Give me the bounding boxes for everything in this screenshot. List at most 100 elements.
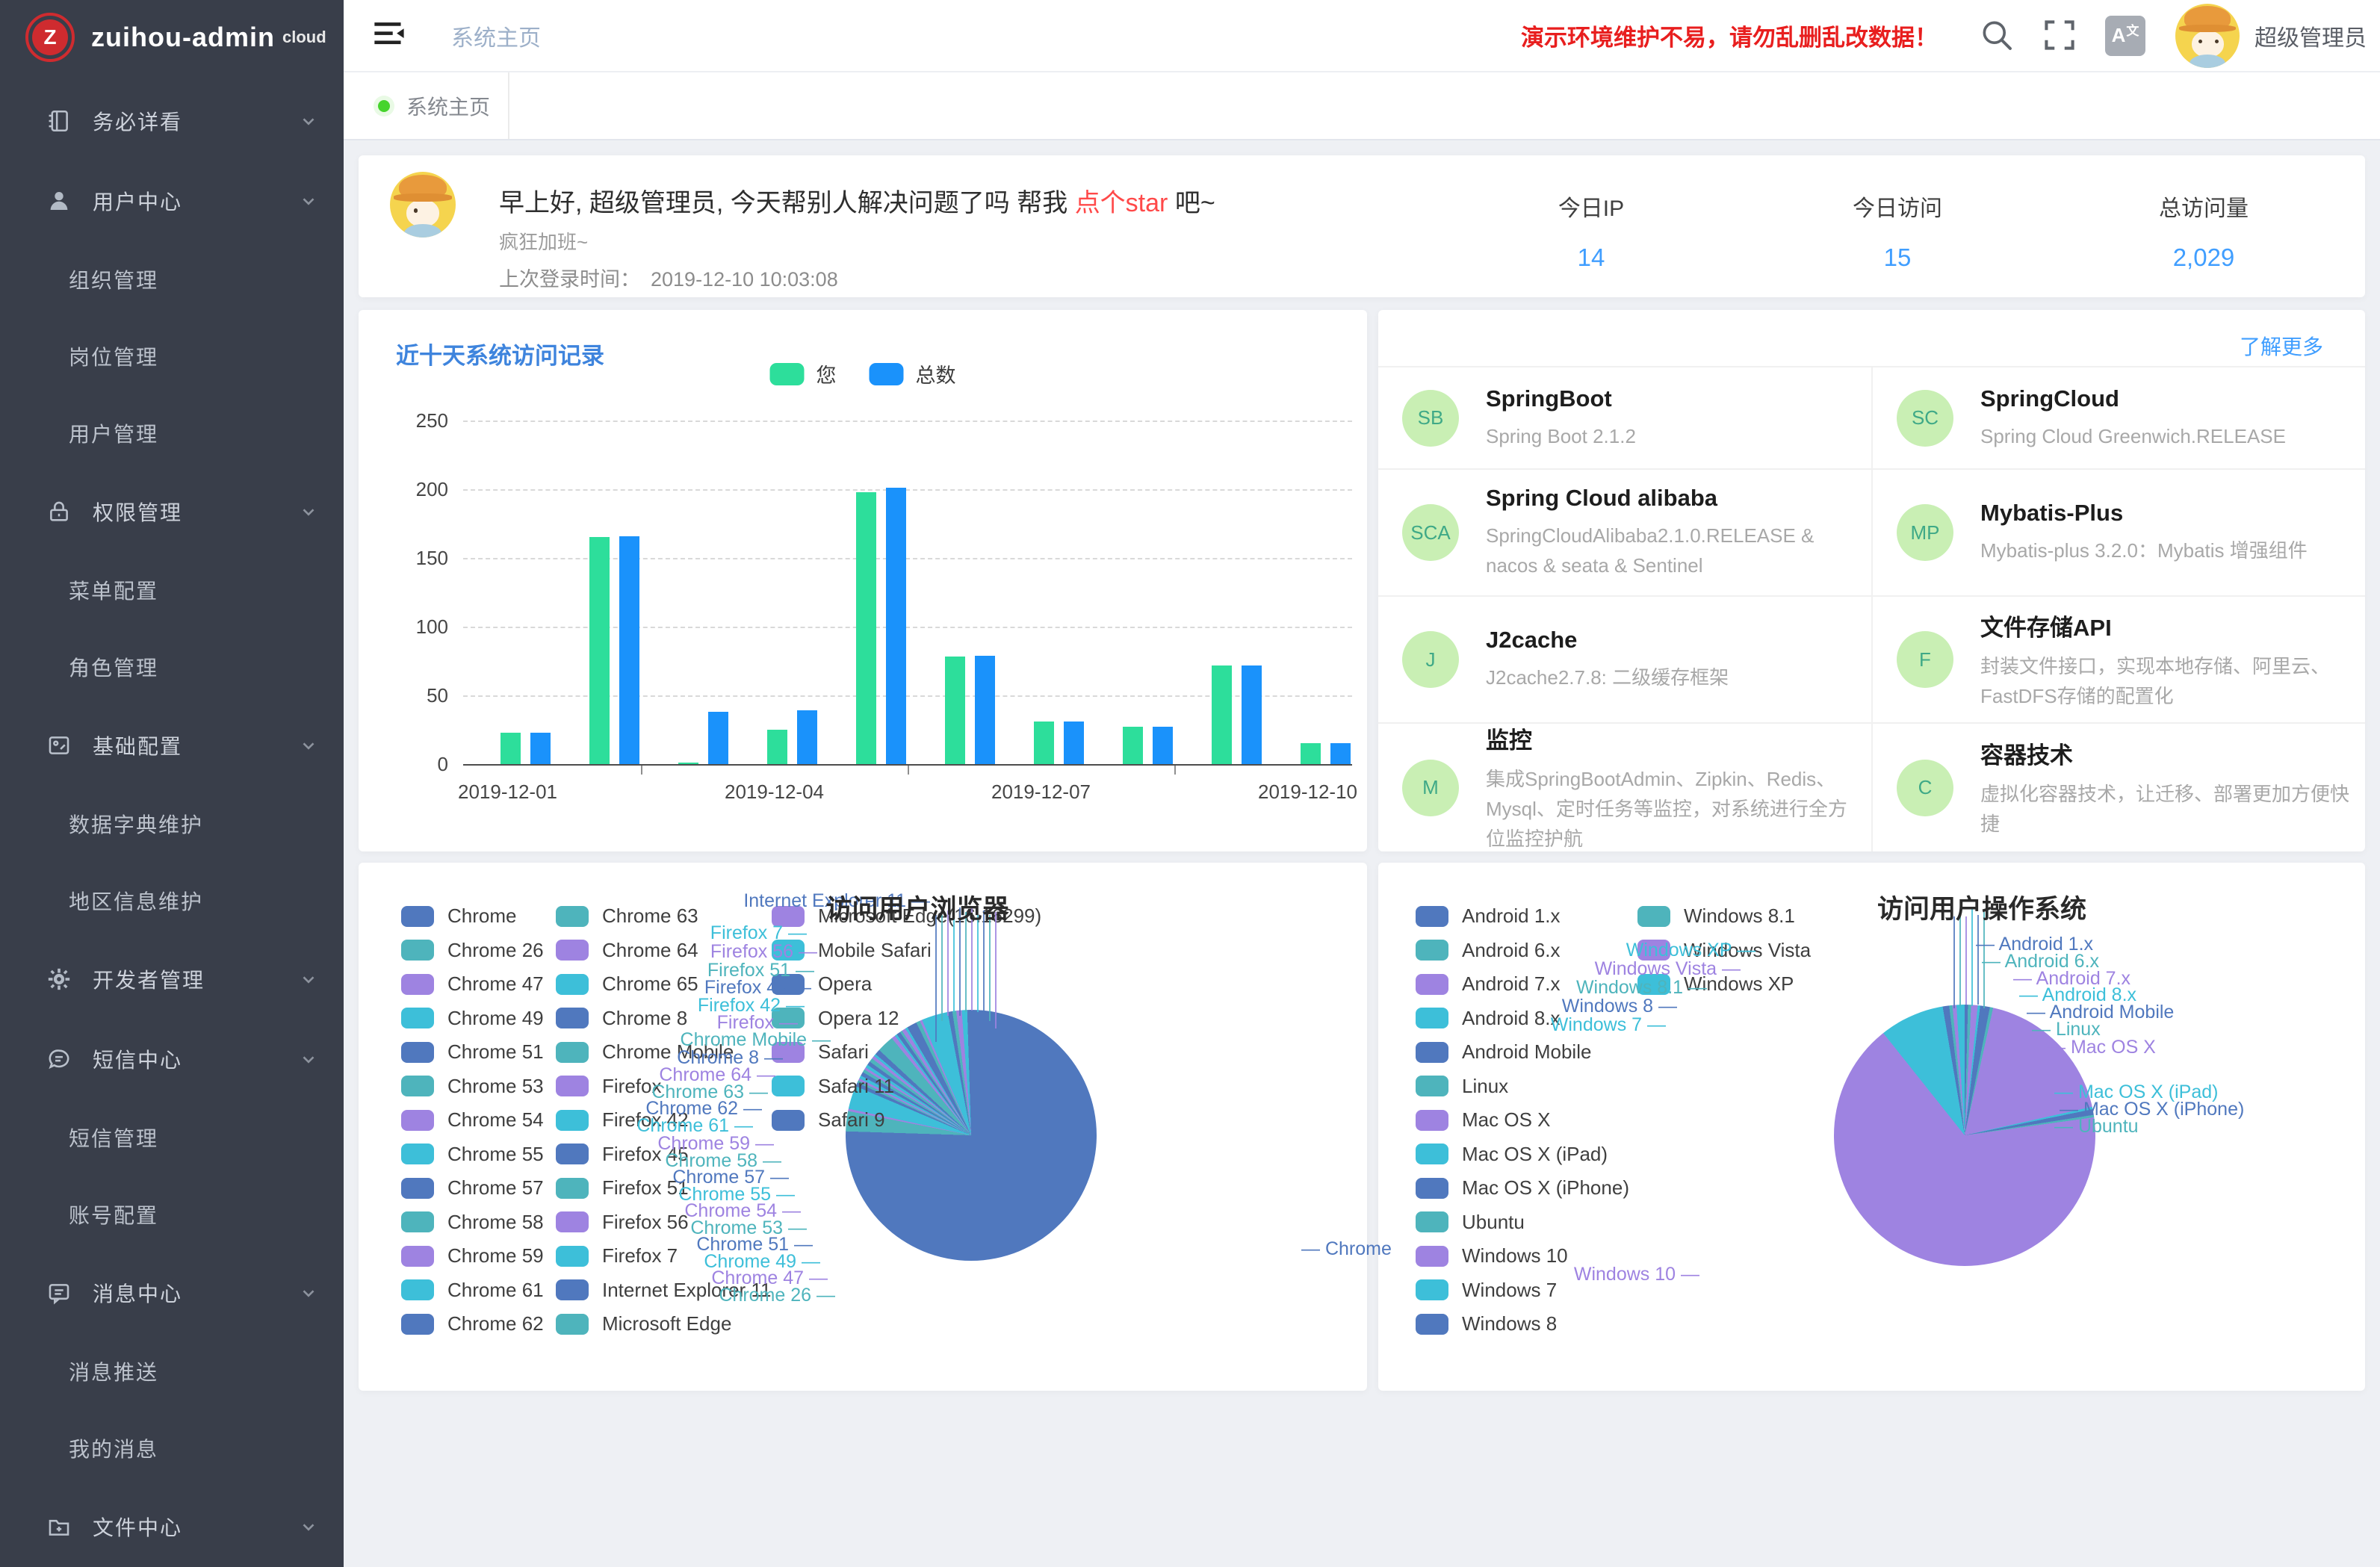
fullscreen-icon[interactable] xyxy=(2042,18,2078,54)
legend-item-Android 6.x[interactable]: Android 6.x xyxy=(1416,939,1561,962)
legend-item-Firefox[interactable]: Firefox xyxy=(556,1075,661,1098)
star-link[interactable]: 点个star xyxy=(1075,189,1168,217)
sidebar-item-消息中心[interactable]: 消息中心 xyxy=(0,1253,344,1332)
tech-title: Spring Cloud alibaba xyxy=(1486,485,1852,512)
legend-label: Chrome 47 xyxy=(447,972,544,996)
legend-label: Mac OS X (iPad) xyxy=(1462,1143,1608,1166)
legend-item-Safari 9[interactable]: Safari 9 xyxy=(772,1108,885,1132)
sidebar-item-短信中心[interactable]: 短信中心 xyxy=(0,1019,344,1099)
sidebar-item-label: 消息中心 xyxy=(93,1278,182,1308)
language-switch-icon[interactable]: A文 xyxy=(2105,16,2145,56)
bar-总数-2019-12-09 xyxy=(1242,665,1262,764)
legend-item-Android 1.x[interactable]: Android 1.x xyxy=(1416,904,1561,928)
legend-item-Windows 7[interactable]: Windows 7 xyxy=(1416,1279,1557,1302)
legend-item-Chrome 26[interactable]: Chrome 26 xyxy=(401,939,544,962)
legend-item-总数[interactable]: 总数 xyxy=(870,359,956,388)
sidebar-item-菜单配置[interactable]: 菜单配置 xyxy=(0,551,344,628)
pie-访问用户浏览器[interactable] xyxy=(846,1010,1097,1261)
sidebar-item-文件中心[interactable]: 文件中心 xyxy=(0,1486,344,1566)
legend-item-Chrome 62[interactable]: Chrome 62 xyxy=(401,1312,544,1335)
legend-item-Chrome 53[interactable]: Chrome 53 xyxy=(401,1075,544,1098)
legend-item-Linux[interactable]: Linux xyxy=(1416,1075,1508,1098)
sidebar-item-基础配置[interactable]: 基础配置 xyxy=(0,705,344,785)
sidebar-item-用户中心[interactable]: 用户中心 xyxy=(0,161,344,241)
legend-item-Chrome 8[interactable]: Chrome 8 xyxy=(556,1007,687,1030)
sidebar-item-岗位管理[interactable]: 岗位管理 xyxy=(0,317,344,394)
legend-item-Firefox 51[interactable]: Firefox 51 xyxy=(556,1176,689,1200)
legend-swatch xyxy=(556,1178,589,1199)
legend-item-Chrome 55[interactable]: Chrome 55 xyxy=(401,1143,544,1166)
sidebar-item-我的消息[interactable]: 我的消息 xyxy=(0,1409,344,1486)
legend-item-Chrome 65[interactable]: Chrome 65 xyxy=(556,972,698,996)
legend-item-Chrome 58[interactable]: Chrome 58 xyxy=(401,1211,544,1234)
legend-item-Safari 11[interactable]: Safari 11 xyxy=(772,1075,894,1098)
legend-label: 您 xyxy=(816,359,837,388)
legend-swatch xyxy=(1416,906,1448,927)
sidebar-menu: 务必详看用户中心组织管理岗位管理用户管理权限管理菜单配置角色管理基础配置数据字典… xyxy=(0,75,344,1567)
legend-item-Firefox 7[interactable]: Firefox 7 xyxy=(556,1244,678,1267)
legend-label: Opera xyxy=(818,972,872,996)
tech-title: Mybatis-Plus xyxy=(1980,500,2365,527)
legend-item-Chrome 63[interactable]: Chrome 63 xyxy=(556,904,698,928)
legend-item-Chrome[interactable]: Chrome xyxy=(401,904,516,928)
legend-item-Chrome 61[interactable]: Chrome 61 xyxy=(401,1279,544,1302)
sidebar-item-消息推送[interactable]: 消息推送 xyxy=(0,1332,344,1409)
tech-title: J2cache xyxy=(1486,627,1852,654)
legend-item-Windows 10[interactable]: Windows 10 xyxy=(1416,1244,1568,1267)
learn-more-link[interactable]: 了解更多 xyxy=(2240,331,2323,361)
legend-label: Linux xyxy=(1462,1075,1508,1098)
legend-label: Chrome 51 xyxy=(447,1040,544,1064)
legend-label: Chrome 55 xyxy=(447,1143,544,1166)
legend-item-您[interactable]: 您 xyxy=(770,359,837,388)
legend-item-Chrome 47[interactable]: Chrome 47 xyxy=(401,972,544,996)
visits-chart-title: 近十天系统访问记录 xyxy=(396,337,604,370)
legend-label: Chrome 53 xyxy=(447,1075,544,1098)
sidebar-item-地区信息维护[interactable]: 地区信息维护 xyxy=(0,862,344,939)
pie-connector-line xyxy=(1977,915,1979,1005)
legend-swatch xyxy=(1416,1008,1448,1028)
tech-text: Spring Cloud alibabaSpringCloudAlibaba2.… xyxy=(1486,485,1852,580)
legend-item-Mac OS X[interactable]: Mac OS X xyxy=(1416,1108,1550,1132)
legend-label: Android 6.x xyxy=(1462,939,1561,962)
sidebar-item-角色管理[interactable]: 角色管理 xyxy=(0,628,344,705)
legend-item-Chrome 51[interactable]: Chrome 51 xyxy=(401,1040,544,1064)
sidebar-item-数据字典维护[interactable]: 数据字典维护 xyxy=(0,785,344,862)
breadcrumb[interactable]: 系统主页 xyxy=(451,19,541,52)
sidebar-item-用户管理[interactable]: 用户管理 xyxy=(0,394,344,471)
legend-item-Mac OS X (iPad)[interactable]: Mac OS X (iPad) xyxy=(1416,1143,1608,1166)
legend-item-Firefox 56[interactable]: Firefox 56 xyxy=(556,1211,689,1234)
tab-home[interactable]: 系统主页 xyxy=(344,72,509,139)
legend-item-Microsoft Edge[interactable]: Microsoft Edge xyxy=(556,1312,731,1335)
sidebar-item-短信管理[interactable]: 短信管理 xyxy=(0,1099,344,1176)
legend-item-Chrome 64[interactable]: Chrome 64 xyxy=(556,939,698,962)
legend-item-Chrome 49[interactable]: Chrome 49 xyxy=(401,1007,544,1030)
legend-swatch xyxy=(401,1008,434,1028)
legend-swatch xyxy=(401,1211,434,1232)
legend-item-Mac OS X (iPhone)[interactable]: Mac OS X (iPhone) xyxy=(1416,1176,1629,1200)
tech-title: 监控 xyxy=(1486,722,1852,755)
legend-item-Chrome 54[interactable]: Chrome 54 xyxy=(401,1108,544,1132)
user-name[interactable]: 超级管理员 xyxy=(2255,19,2367,52)
bar-总数-2019-12-01 xyxy=(530,733,551,764)
sidebar-item-权限管理[interactable]: 权限管理 xyxy=(0,471,344,551)
legend-item-Chrome 59[interactable]: Chrome 59 xyxy=(401,1244,544,1267)
legend-label: Chrome 49 xyxy=(447,1007,544,1030)
legend-item-Ubuntu[interactable]: Ubuntu xyxy=(1416,1211,1525,1234)
sidebar-item-组织管理[interactable]: 组织管理 xyxy=(0,241,344,317)
user-avatar[interactable] xyxy=(2175,4,2240,68)
legend-item-Chrome 57[interactable]: Chrome 57 xyxy=(401,1176,544,1200)
sidebar-item-务必详看[interactable]: 务必详看 xyxy=(0,81,344,161)
legend-item-Windows 8[interactable]: Windows 8 xyxy=(1416,1312,1557,1335)
legend-item-Android 7.x[interactable]: Android 7.x xyxy=(1416,972,1561,996)
collapse-menu-icon[interactable] xyxy=(374,19,408,52)
legend-label: Mac OS X (iPhone) xyxy=(1462,1176,1629,1200)
legend-item-Windows 8.1[interactable]: Windows 8.1 xyxy=(1637,904,1795,928)
search-icon[interactable] xyxy=(1980,18,2015,54)
legend-label: Android 1.x xyxy=(1462,904,1561,928)
y-axis-label: 250 xyxy=(388,409,448,432)
legend-label: Chrome 61 xyxy=(447,1279,544,1302)
sidebar-item-开发者管理[interactable]: 开发者管理 xyxy=(0,939,344,1019)
legend-item-Android 8.x[interactable]: Android 8.x xyxy=(1416,1007,1561,1030)
legend-item-Android Mobile[interactable]: Android Mobile xyxy=(1416,1040,1591,1064)
sidebar-item-账号配置[interactable]: 账号配置 xyxy=(0,1176,344,1253)
